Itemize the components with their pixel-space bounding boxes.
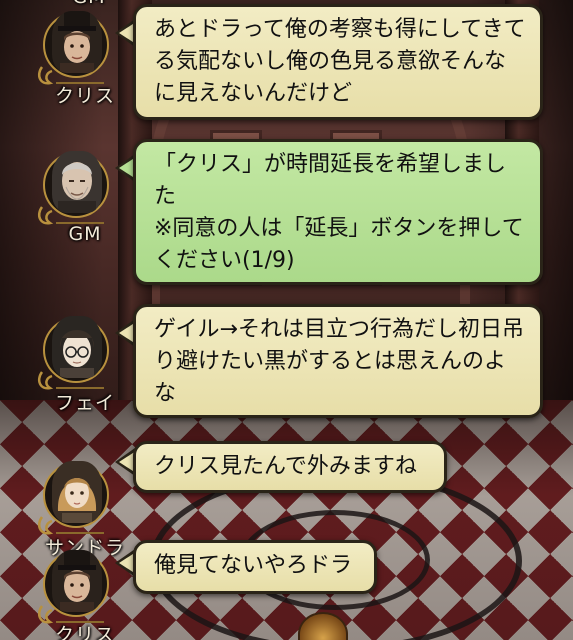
message-bubble: 俺見てないやろドラ	[133, 540, 377, 594]
avatar-frame	[34, 5, 112, 85]
system-message-bubble: 「クリス」が時間延長を希望しました ※同意の人は「延長」ボタンを押してください(…	[133, 139, 543, 285]
avatar[interactable]: フェイ	[30, 310, 120, 414]
speaker-name: GM	[68, 223, 102, 245]
blonde-woman-portrait-icon	[52, 461, 102, 523]
avatar-frame	[34, 145, 112, 225]
tophat-man-portrait-icon	[52, 550, 102, 612]
chat-message-row: クリス 俺見てないやろドラ	[0, 536, 573, 640]
speaker-name: クリス	[54, 624, 115, 640]
chat-message-row: クリス あとドラって俺の考察も得にしてきてる気配ないし俺の色見る意欲そんなに見え…	[0, 0, 573, 130]
old-man-portrait-icon	[52, 151, 102, 213]
message-bubble: クリス見たんで外みますね	[133, 441, 447, 493]
avatar[interactable]: クリス	[30, 5, 120, 107]
avatar[interactable]: GM	[30, 145, 120, 245]
avatar-frame	[34, 455, 112, 535]
speaker-name: クリス	[54, 85, 115, 107]
avatar-frame	[34, 310, 112, 390]
chat-message-row: サンドラ クリス見たんで外みますね	[0, 437, 573, 559]
message-bubble: ゲイル→それは目立つ行為だし初日吊り避けたい黒がするとは思えんのよな	[133, 304, 543, 418]
chat-message-row: GM 「クリス」が時間延長を希望しました ※同意の人は「延長」ボタンを押してくだ…	[0, 135, 573, 285]
message-bubble: あとドラって俺の考察も得にしてきてる気配ないし俺の色見る意欲そんなに見えないんだ…	[133, 4, 543, 120]
avatar[interactable]: クリス	[30, 544, 120, 640]
avatar-frame	[34, 544, 112, 624]
speaker-name: フェイ	[54, 392, 115, 414]
chat-message-row: フェイ ゲイル→それは目立つ行為だし初日吊り避けたい黒がするとは思えんのよな	[0, 300, 573, 420]
glasses-boy-portrait-icon	[52, 316, 102, 378]
chat-screen: GM	[0, 0, 573, 640]
tophat-man-portrait-icon	[52, 11, 102, 73]
